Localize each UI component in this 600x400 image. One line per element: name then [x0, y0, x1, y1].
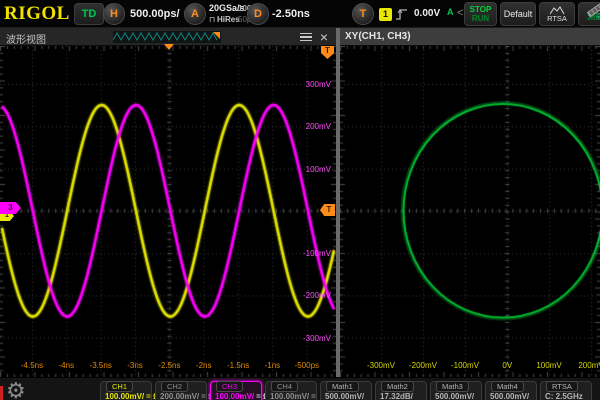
- rising-edge-icon: [395, 7, 408, 21]
- default-button[interactable]: Default: [500, 2, 536, 26]
- gear-icon[interactable]: ⚙: [6, 378, 26, 400]
- channel-scale-value: 200.00mV/= Ω: [160, 392, 214, 400]
- close-icon[interactable]: ×: [316, 29, 332, 45]
- time-axis-label: -3ns: [127, 361, 143, 370]
- voltage-axis-label: 100mV: [293, 165, 331, 174]
- channel-scale-value: 17.32dB/: [380, 392, 415, 400]
- channel-tab: Math2: [381, 381, 414, 392]
- menu-icon[interactable]: [298, 31, 314, 43]
- xy-axis-label: 100mV: [536, 361, 561, 370]
- waveview-title: 波形视图: [6, 31, 46, 46]
- time-axis-label: -1ns: [265, 361, 281, 370]
- voltage-axis-label: -100mV: [293, 249, 331, 258]
- channel-scale-value: 100.00mV/=: [270, 392, 316, 400]
- channel-box-ch2[interactable]: CH2200.00mV/= Ω: [155, 381, 207, 400]
- channel-tab: Math4: [491, 381, 524, 392]
- scale-text: 200.00mV/: [160, 392, 199, 400]
- waveform-preview-strip[interactable]: [113, 31, 221, 43]
- xy-axis-label: -300mV: [367, 361, 395, 370]
- channel-scale-value: 100.00mV/= Ω: [215, 392, 269, 400]
- trigger-source-badge[interactable]: 1: [379, 8, 392, 21]
- xy-axis-label: -200mV: [409, 361, 437, 370]
- coupling-impedance-text: =: [311, 392, 316, 400]
- time-axis-label: -4ns: [59, 361, 75, 370]
- channel-scale-value: 100.00mV/= Ω: [105, 392, 159, 400]
- xy-axis-label: -100mV: [451, 361, 479, 370]
- scale-text: 100.00mV/: [270, 392, 309, 400]
- time-axis-label: -4.5ns: [21, 361, 43, 370]
- status-bar: ⚙ CH1100.00mV/= ΩCH2200.00mV/= ΩCH3100.0…: [0, 377, 600, 400]
- channel-tab: Math3: [436, 381, 469, 392]
- voltage-axis-label: 200mV: [293, 122, 331, 131]
- oscilloscope-screen: RIGOL TD H 500.00ps/ A 20GSa/s ⊓ HiRes 1…: [0, 0, 600, 400]
- channel-scale-value: 500.00mV/: [325, 392, 366, 400]
- timebase-value[interactable]: 500.00ps/: [130, 8, 180, 20]
- trigger-sweep-mode: A: [447, 8, 454, 17]
- run-label: RUN: [472, 14, 489, 23]
- scale-text: 500.00mV/: [435, 392, 474, 400]
- scale-text: 100.00mV/: [105, 392, 144, 400]
- channel-box-math4[interactable]: Math4500.00mV/: [485, 381, 537, 400]
- time-axis-label: -2.5ns: [158, 361, 180, 370]
- voltage-axis-label: -300mV: [293, 334, 331, 343]
- time-axis-label: -3.5ns: [90, 361, 112, 370]
- header-bar: RIGOL TD H 500.00ps/ A 20GSa/s ⊓ HiRes 1…: [0, 0, 600, 28]
- delay-knob[interactable]: D: [247, 3, 269, 25]
- channel-box-math2[interactable]: Math217.32dB/: [375, 381, 427, 400]
- channel-box-ch1[interactable]: CH1100.00mV/= Ω: [100, 381, 152, 400]
- measure-button[interactable]: 测量: [578, 2, 600, 26]
- rigol-logo: RIGOL: [4, 3, 70, 25]
- stop-label: STOP: [470, 5, 492, 14]
- collapse-chevron[interactable]: <: [457, 7, 463, 19]
- rtsa-button[interactable]: RTSA: [539, 2, 575, 26]
- channel-scale-value: 500.00mV/: [490, 392, 531, 400]
- channel-box-math3[interactable]: Math3500.00mV/: [430, 381, 482, 400]
- scale-text: C: 2.5GHz: [545, 392, 583, 400]
- time-axis-label: -1.5ns: [227, 361, 249, 370]
- stop-run-button[interactable]: STOP RUN: [464, 2, 497, 26]
- channel-box-rtsa[interactable]: RTSAC: 2.5GHz: [540, 381, 592, 400]
- channel-scale-value: 500.00mV/: [435, 392, 476, 400]
- voltage-axis-label: 300mV: [293, 80, 331, 89]
- xyview-titlebar: XY(CH1, CH3): [340, 28, 600, 46]
- channel-tab: RTSA: [546, 381, 578, 392]
- scale-text: 500.00mV/: [325, 392, 364, 400]
- voltage-axis-label: -200mV: [293, 291, 331, 300]
- trigger-status-button[interactable]: TD: [74, 3, 104, 25]
- edge-indicator: [0, 386, 3, 400]
- xyview-title: XY(CH1, CH3): [345, 31, 411, 42]
- channel-tab: CH1: [106, 381, 133, 392]
- channel-box-ch4[interactable]: CH4100.00mV/=: [265, 381, 317, 400]
- acq-mode: HiRes: [217, 15, 240, 24]
- xy-axis-label: 0V: [502, 361, 512, 370]
- waveform-display[interactable]: [0, 46, 336, 377]
- channel-scale-value: C: 2.5GHz: [545, 392, 585, 400]
- channel-tab: CH3: [216, 381, 243, 392]
- channel-tab: Math1: [326, 381, 359, 392]
- trigger-knob[interactable]: T: [352, 3, 374, 25]
- time-axis-label: -2ns: [196, 361, 212, 370]
- horizontal-position-indicator: [164, 44, 174, 50]
- time-axis-label: -500ps: [295, 361, 319, 370]
- delay-value[interactable]: -2.50ns: [272, 8, 310, 20]
- xy-axis-label: 200mV: [578, 361, 600, 370]
- xy-display[interactable]: [340, 46, 600, 377]
- rtsa-label: RTSA: [547, 15, 567, 23]
- horizontal-knob[interactable]: H: [103, 3, 125, 25]
- scale-text: 100.00mV/: [215, 392, 254, 400]
- trigger-level-value[interactable]: 0.00V: [414, 8, 440, 19]
- channel-tab: CH2: [161, 381, 188, 392]
- acquire-knob[interactable]: A: [184, 3, 206, 25]
- scale-text: 17.32dB/: [380, 392, 413, 400]
- channel-box-ch3[interactable]: CH3100.00mV/= Ω: [210, 381, 262, 400]
- scale-text: 500.00mV/: [490, 392, 529, 400]
- channel-tab: CH4: [271, 381, 298, 392]
- channel-box-math1[interactable]: Math1500.00mV/: [320, 381, 372, 400]
- hires-icon: ⊓: [209, 15, 215, 24]
